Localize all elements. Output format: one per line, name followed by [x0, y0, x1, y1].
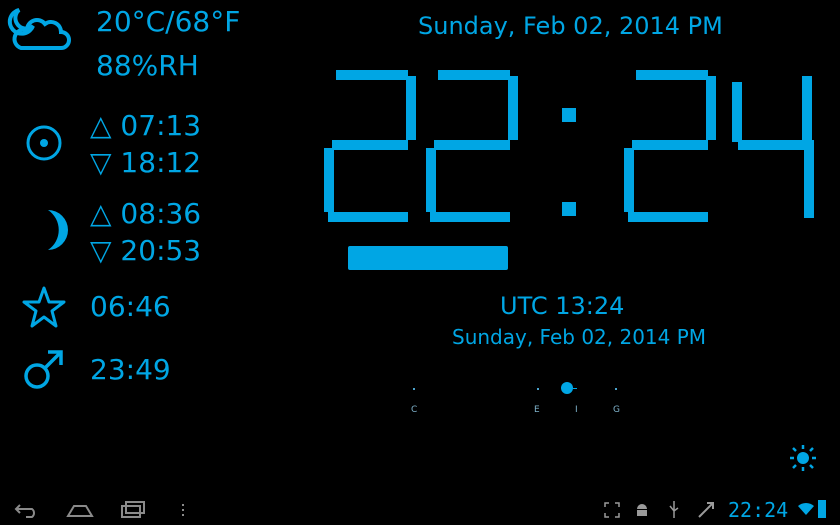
- crescent-moon-icon: [40, 208, 68, 252]
- clock-digit-hours-units: [426, 70, 518, 222]
- moonrise-time: △ 08:36: [90, 197, 202, 230]
- menu-icon[interactable]: [180, 502, 186, 518]
- seconds-bar: [348, 246, 508, 270]
- clock-digit-minutes-units: [732, 76, 814, 218]
- temperature: 20°C/68°F: [96, 5, 241, 38]
- home-icon[interactable]: [66, 502, 94, 518]
- alarm1-time[interactable]: 06:46: [90, 293, 171, 321]
- android-icon: [634, 501, 650, 519]
- battery-icon: [818, 500, 826, 518]
- usb-icon: [668, 500, 680, 520]
- clock-date: Sunday, Feb 02, 2014 PM: [418, 12, 723, 40]
- clock-colon: [562, 108, 576, 216]
- rocket-icon: [697, 501, 715, 519]
- moonset-time: ▽ 20:53: [90, 234, 202, 267]
- clock-digit-minutes-tens: [624, 70, 716, 222]
- digital-clock[interactable]: [318, 70, 824, 230]
- scale-marker: [561, 382, 573, 394]
- clock-digit-hours-tens: [324, 70, 416, 222]
- humidity: 88%RH: [96, 49, 199, 82]
- utc-time: UTC 13:24: [500, 292, 625, 320]
- fullscreen-icon[interactable]: [604, 502, 620, 518]
- scale-label-e: E: [534, 405, 540, 415]
- star-icon[interactable]: [22, 285, 66, 329]
- status-clock: 22:24: [728, 498, 789, 522]
- sun-brightness-icon[interactable]: [789, 444, 817, 472]
- scale-label-g: G: [613, 405, 620, 415]
- sunset-time: ▽ 18:12: [90, 146, 202, 179]
- recent-apps-icon[interactable]: [120, 501, 146, 519]
- scale-label-i: I: [575, 405, 578, 415]
- alarm2-time[interactable]: 23:49: [90, 356, 171, 384]
- weather-icon: [5, 6, 71, 52]
- male-symbol-icon[interactable]: [22, 347, 66, 391]
- sunrise-time: △ 07:13: [90, 109, 202, 142]
- sun-circle-icon: [25, 124, 63, 162]
- wifi-icon: [797, 502, 815, 516]
- utc-date: Sunday, Feb 02, 2014 PM: [452, 325, 707, 349]
- system-bar: 22:24: [0, 494, 840, 525]
- back-icon[interactable]: [14, 502, 40, 518]
- scale-label-c: C: [411, 405, 418, 415]
